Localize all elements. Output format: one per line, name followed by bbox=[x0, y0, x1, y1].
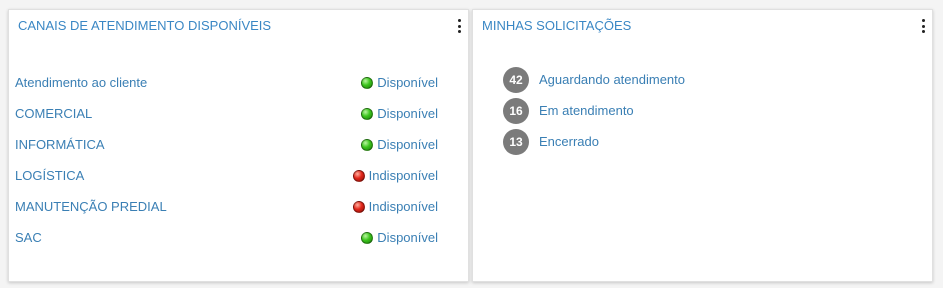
request-label[interactable]: Aguardando atendimento bbox=[539, 72, 685, 87]
requests-panel-title: MINHAS SOLICITAÇÕES bbox=[482, 18, 632, 33]
channels-panel: CANAIS DE ATENDIMENTO DISPONÍVEIS Atendi… bbox=[8, 9, 469, 282]
request-row[interactable]: 42 Aguardando atendimento bbox=[503, 64, 685, 95]
channel-row[interactable]: LOGÍSTICA Indisponível bbox=[15, 160, 438, 191]
channel-status: Indisponível bbox=[352, 199, 438, 214]
red-dot-icon bbox=[352, 169, 365, 182]
channels-list: Atendimento ao cliente Disponível COMERC… bbox=[15, 67, 438, 253]
green-dot-icon bbox=[361, 231, 374, 244]
channel-row[interactable]: SAC Disponível bbox=[15, 222, 438, 253]
request-label[interactable]: Encerrado bbox=[539, 134, 599, 149]
green-dot-icon bbox=[361, 107, 374, 120]
channel-status: Indisponível bbox=[352, 168, 438, 183]
channel-status-label: Disponível bbox=[377, 230, 438, 245]
channel-status: Disponível bbox=[361, 75, 438, 90]
channel-row[interactable]: COMERCIAL Disponível bbox=[15, 98, 438, 129]
channel-status: Disponível bbox=[361, 230, 438, 245]
channel-row[interactable]: MANUTENÇÃO PREDIAL Indisponível bbox=[15, 191, 438, 222]
request-row[interactable]: 16 Em atendimento bbox=[503, 95, 685, 126]
channel-status-label: Disponível bbox=[377, 75, 438, 90]
count-badge: 13 bbox=[503, 128, 529, 155]
count-badge: 16 bbox=[503, 97, 529, 124]
channel-status: Disponível bbox=[361, 106, 438, 121]
channel-status-label: Disponível bbox=[377, 137, 438, 152]
requests-list: 42 Aguardando atendimento 16 Em atendime… bbox=[503, 64, 685, 157]
requests-panel-menu-icon[interactable] bbox=[919, 18, 927, 34]
channel-row[interactable]: Atendimento ao cliente Disponível bbox=[15, 67, 438, 98]
green-dot-icon bbox=[361, 76, 374, 89]
channel-name[interactable]: INFORMÁTICA bbox=[15, 137, 105, 152]
request-label[interactable]: Em atendimento bbox=[539, 103, 634, 118]
channels-panel-menu-icon[interactable] bbox=[455, 18, 463, 34]
channel-status-label: Disponível bbox=[377, 106, 438, 121]
green-dot-icon bbox=[361, 138, 374, 151]
channel-status-label: Indisponível bbox=[368, 199, 438, 214]
channel-row[interactable]: INFORMÁTICA Disponível bbox=[15, 129, 438, 160]
channel-status-label: Indisponível bbox=[368, 168, 438, 183]
channel-status: Disponível bbox=[361, 137, 438, 152]
channels-panel-title: CANAIS DE ATENDIMENTO DISPONÍVEIS bbox=[18, 18, 272, 33]
channel-name[interactable]: LOGÍSTICA bbox=[15, 168, 84, 183]
count-badge: 42 bbox=[503, 66, 529, 93]
channel-name[interactable]: SAC bbox=[15, 230, 42, 245]
channel-name[interactable]: COMERCIAL bbox=[15, 106, 92, 121]
channel-name[interactable]: MANUTENÇÃO PREDIAL bbox=[15, 199, 167, 214]
requests-panel: MINHAS SOLICITAÇÕES 42 Aguardando atendi… bbox=[472, 9, 933, 282]
request-row[interactable]: 13 Encerrado bbox=[503, 126, 685, 157]
channel-name[interactable]: Atendimento ao cliente bbox=[15, 75, 147, 90]
red-dot-icon bbox=[352, 200, 365, 213]
